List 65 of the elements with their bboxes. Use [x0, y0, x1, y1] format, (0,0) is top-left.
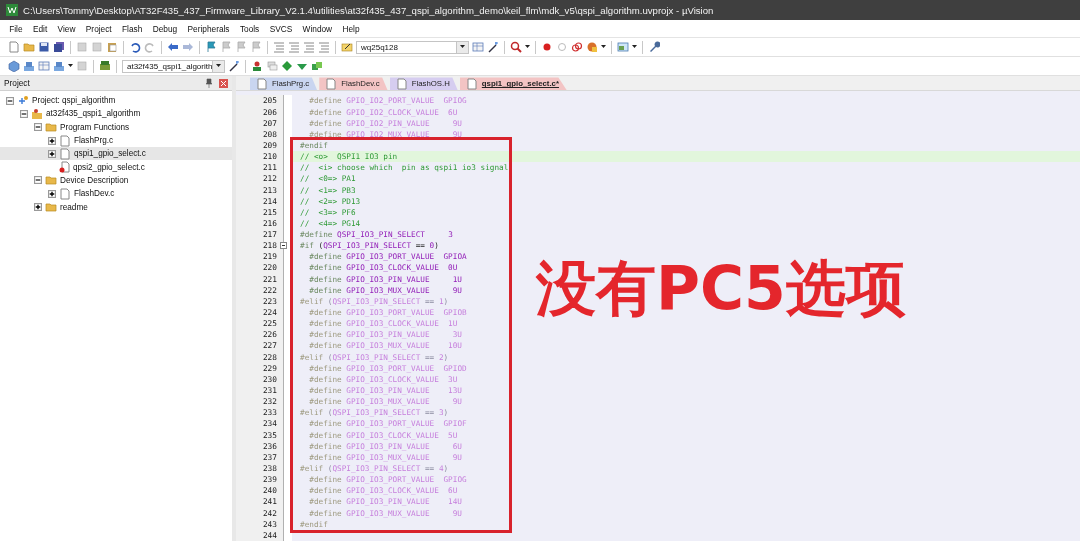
callout-text: 没有PC5选项	[536, 252, 906, 326]
link-icon[interactable]	[571, 41, 583, 53]
tree-item[interactable]: Project: qspi_algorithm	[0, 94, 232, 108]
pin-icon[interactable]	[203, 77, 215, 89]
settings-icon[interactable]	[648, 41, 660, 53]
menu-item[interactable]: Window	[297, 23, 338, 34]
file-icon	[59, 187, 71, 200]
tree-item[interactable]: FlashPrg.c	[0, 133, 232, 148]
menu-item[interactable]: Debug	[147, 23, 183, 34]
new-file-icon[interactable]	[8, 41, 20, 53]
undo-icon[interactable]	[129, 41, 141, 53]
project-icon	[17, 94, 29, 107]
menu-item[interactable]: View	[52, 23, 81, 34]
caret-icon[interactable]	[525, 45, 530, 49]
collapse-icon[interactable]	[20, 109, 28, 118]
file-icon	[256, 77, 268, 90]
expand-icon[interactable]	[48, 189, 56, 198]
file-icon	[59, 147, 71, 160]
panel-title: Project	[4, 78, 30, 88]
diamond-icon[interactable]	[281, 60, 293, 72]
tree-item[interactable]: readme	[0, 200, 232, 214]
collapse-icon[interactable]	[34, 123, 42, 132]
dropdown-icon[interactable]	[216, 64, 222, 68]
excluded-file-icon	[58, 161, 70, 174]
close-button[interactable]	[219, 78, 228, 88]
target-folder-icon	[31, 107, 43, 120]
tree-item[interactable]: qspi1_gpio_select.c	[0, 147, 232, 161]
expand-icon[interactable]	[48, 149, 56, 158]
tree-item[interactable]: FlashDev.c	[0, 187, 232, 201]
folder-icon	[45, 121, 57, 134]
search-icon[interactable]	[510, 41, 522, 53]
app-icon	[6, 4, 18, 16]
expand-icon[interactable]	[48, 136, 56, 145]
tree-item[interactable]: Device Description	[0, 173, 232, 188]
back-arrow-icon[interactable]	[167, 41, 179, 53]
breakpoint-icon[interactable]	[541, 41, 553, 53]
menu-item[interactable]: Edit	[27, 23, 53, 34]
window-title: C:\Users\Tommy\Desktop\AT32F435_437_Firmware_Library_V2.1.4\utilities\at32f435_437_qspi_algorithm_demo\keil_flm\mdk_v5\qspi_algorithm.uvprojx - µVision	[23, 4, 714, 16]
menu-item[interactable]: Help	[337, 23, 365, 34]
tree-item[interactable]: at32f435_qspi1_algorithm	[0, 107, 232, 121]
caret-icon[interactable]	[68, 64, 73, 68]
folder-icon	[45, 174, 57, 187]
folder-icon	[45, 201, 57, 213]
file-icon	[59, 134, 71, 147]
expand-icon[interactable]	[34, 203, 42, 211]
collapse-icon[interactable]	[6, 96, 14, 105]
find-combo[interactable]: wq25q128	[356, 40, 469, 54]
menu-item[interactable]: SVCS	[264, 23, 298, 34]
bookmark-icon[interactable]	[205, 41, 217, 53]
caret-icon[interactable]	[632, 45, 637, 49]
menu-item[interactable]: File	[4, 23, 28, 34]
menu-item[interactable]: Flash	[116, 23, 148, 34]
collapse-icon[interactable]	[34, 176, 42, 185]
tree-item[interactable]: qpsi2_gpio_select.c	[0, 160, 232, 174]
target-combo[interactable]: at32f435_qspi1_algorith	[122, 59, 225, 73]
fold-toggle-icon[interactable]	[280, 242, 287, 250]
caret-icon[interactable]	[601, 45, 606, 49]
tree-item[interactable]: Program Functions	[0, 120, 232, 134]
cubes-icon[interactable]	[311, 60, 323, 72]
menu-item[interactable]: Project	[80, 23, 117, 34]
dropdown-icon[interactable]	[460, 45, 465, 49]
save-all-icon[interactable]	[53, 41, 65, 53]
menu-item[interactable]: Tools	[234, 23, 265, 34]
menu-item[interactable]: Peripherals	[182, 23, 235, 34]
save-icon[interactable]	[38, 41, 50, 53]
